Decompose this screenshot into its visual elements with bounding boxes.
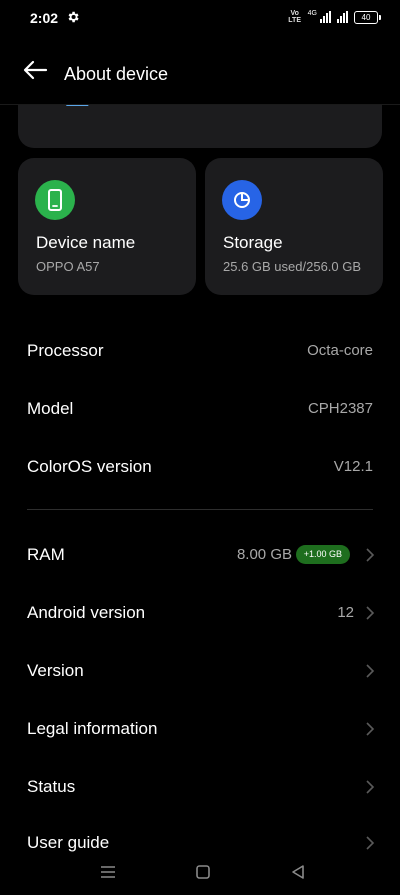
ram-value: 8.00 GB — [236, 546, 292, 563]
battery-icon: 40 — [354, 10, 381, 24]
ram-label: RAM — [27, 545, 65, 564]
signal-strength-icon-2 — [337, 11, 348, 23]
model-label: Model — [27, 399, 74, 418]
android-version-row[interactable]: Android version 12 — [0, 585, 400, 641]
device-name-tile[interactable]: Device name OPPO A57 — [18, 158, 196, 295]
chevron-right-icon — [366, 722, 375, 736]
android-version-value: 12 — [337, 604, 354, 621]
processor-label: Processor — [27, 341, 104, 360]
storage-value: 25.6 GB used/256.0 GB — [223, 259, 362, 274]
system-navigation-bar — [0, 852, 400, 895]
android-version-label: Android version — [27, 603, 146, 622]
pie-chart-icon — [222, 180, 262, 220]
page-title: About device — [64, 64, 169, 84]
status-time: 2:02 — [30, 10, 59, 26]
home-square-icon[interactable] — [193, 862, 213, 882]
back-arrow-icon[interactable] — [18, 58, 52, 82]
back-triangle-icon[interactable] — [288, 862, 308, 882]
chevron-right-icon — [366, 836, 375, 850]
coloros-version-label: ColorOS version — [27, 457, 152, 476]
battery-level: 40 — [361, 12, 371, 22]
chevron-right-icon — [366, 548, 375, 562]
processor-row: Processor Octa-core — [0, 323, 400, 379]
settings-gear-icon — [68, 11, 79, 23]
processor-value: Octa-core — [307, 342, 373, 359]
coloros-version-value: V12.1 — [333, 458, 373, 475]
chevron-right-icon — [366, 664, 375, 678]
version-row[interactable]: Version — [0, 643, 400, 699]
app-header: About device — [0, 36, 400, 105]
signal-strength-icon — [320, 11, 331, 23]
device-name-value: OPPO A57 — [36, 259, 100, 274]
device-name-title: Device name — [36, 233, 136, 252]
model-value: CPH2387 — [307, 400, 373, 417]
ram-expansion-badge: +1.00 GB — [295, 545, 350, 564]
legal-information-label: Legal information — [27, 719, 158, 738]
status-label: Status — [27, 777, 76, 796]
coloros-version-row: ColorOS version V12.1 — [0, 439, 400, 495]
chevron-right-icon — [366, 780, 375, 794]
recent-apps-menu-icon[interactable] — [98, 862, 118, 882]
status-row[interactable]: Status — [0, 759, 400, 815]
version-label: Version — [27, 661, 84, 680]
chevron-right-icon — [366, 606, 375, 620]
storage-title: Storage — [223, 233, 283, 252]
section-divider — [27, 509, 373, 510]
phone-icon — [35, 180, 75, 220]
network-type: 4G — [307, 10, 317, 17]
storage-tile[interactable]: Storage 25.6 GB used/256.0 GB — [205, 158, 383, 295]
status-bar: 2:02 Vo LTE 4G 40 — [0, 0, 400, 36]
legal-information-row[interactable]: Legal information — [0, 701, 400, 757]
model-row: Model CPH2387 — [0, 381, 400, 437]
volte-indicator: Vo LTE — [288, 10, 301, 24]
ram-row[interactable]: RAM 8.00 GB +1.00 GB — [0, 527, 400, 583]
